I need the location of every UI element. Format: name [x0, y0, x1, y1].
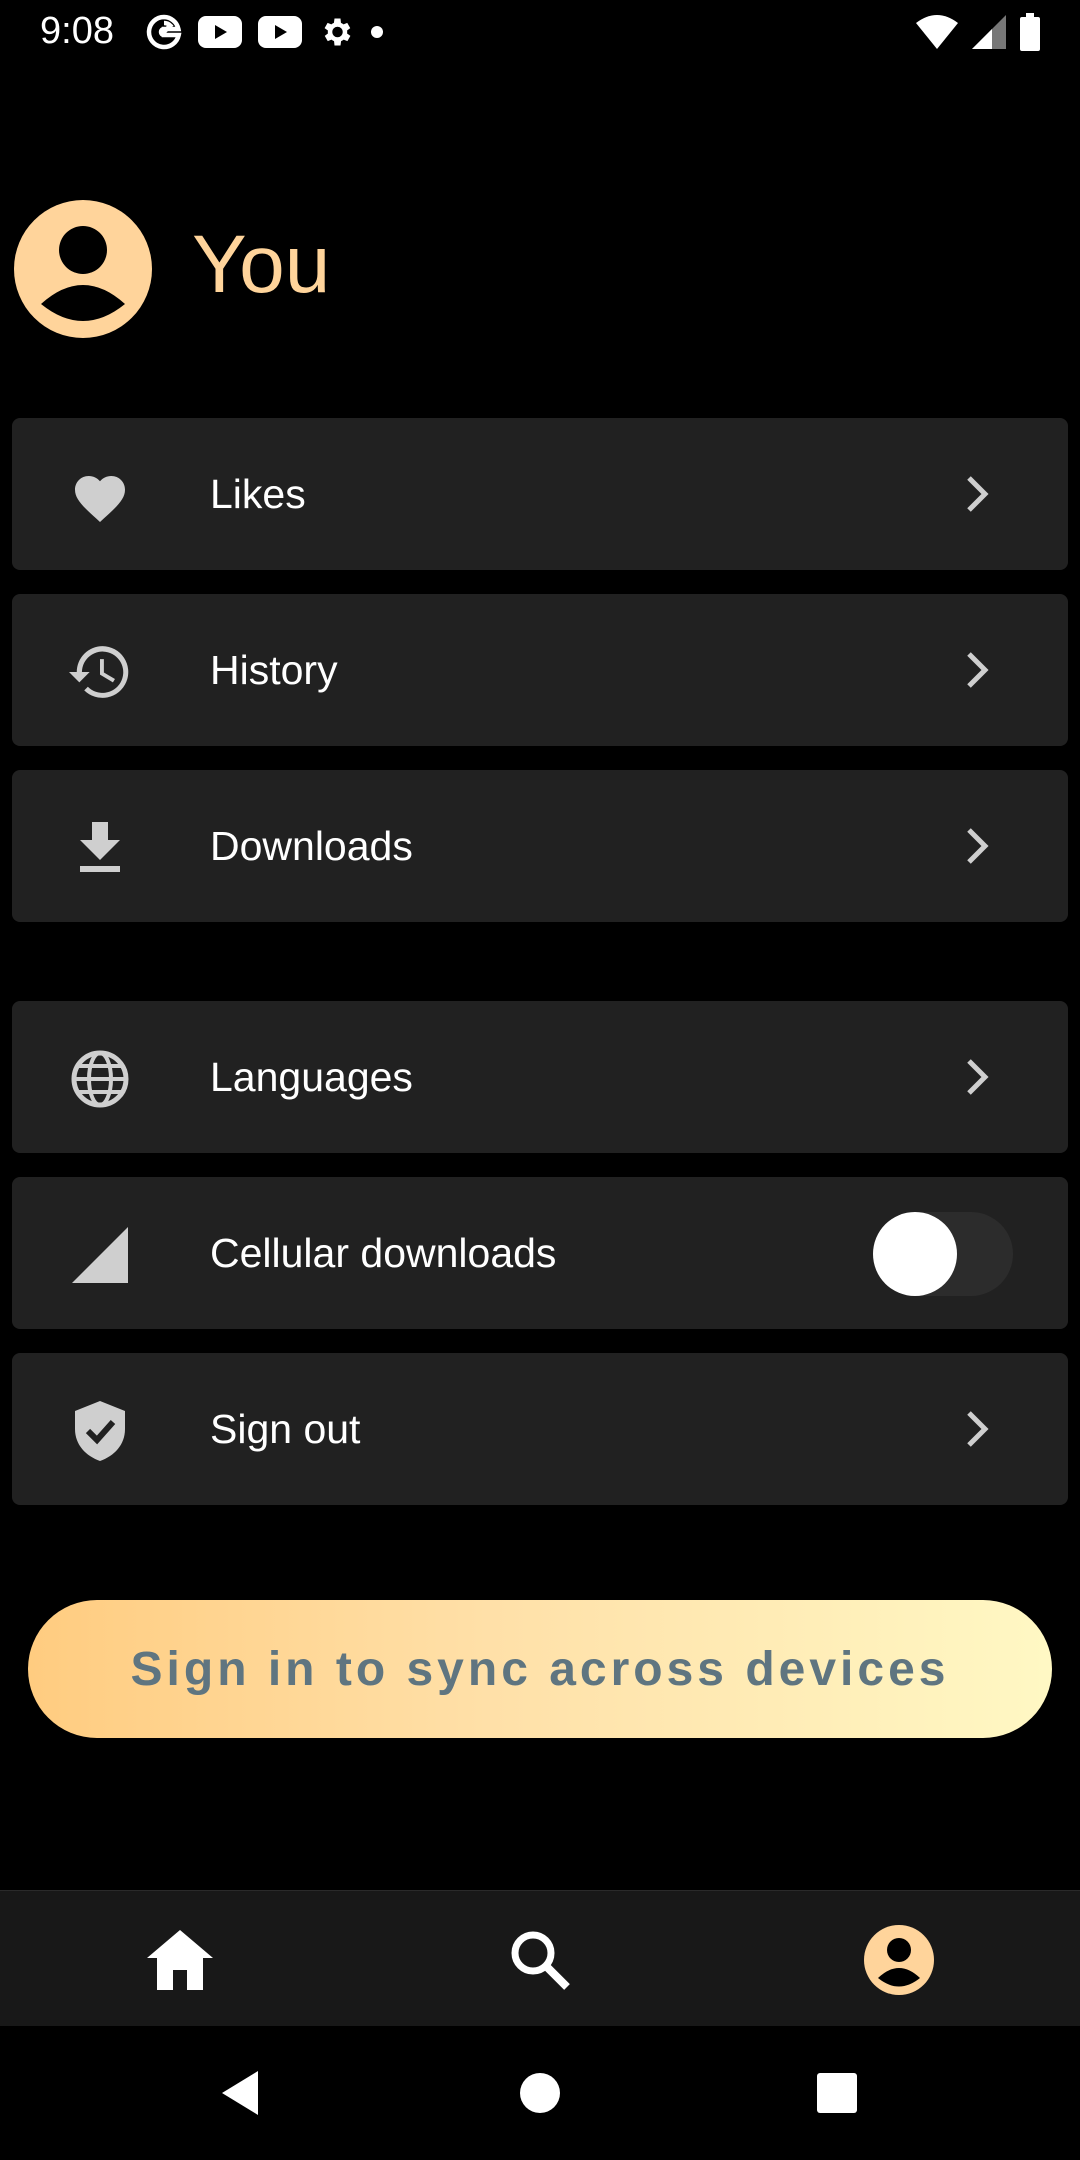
menu-item-label: Likes [210, 470, 306, 517]
status-icons-right [916, 12, 1040, 52]
menu-item-history[interactable]: History [12, 594, 1068, 746]
cellular-downloads-toggle[interactable] [873, 1212, 1013, 1296]
home-icon[interactable] [145, 1925, 215, 1995]
menu-item-languages[interactable]: Languages [12, 1001, 1068, 1153]
chevron-right-icon [948, 816, 1008, 876]
youtube-icon [198, 16, 242, 48]
system-navigation [0, 2026, 1080, 2160]
menu-item-likes[interactable]: Likes [12, 418, 1068, 570]
menu-item-label: Cellular downloads [210, 1229, 557, 1276]
chevron-right-icon [948, 1399, 1008, 1459]
cell-signal-icon [68, 1223, 132, 1287]
menu-item-downloads[interactable]: Downloads [12, 770, 1068, 922]
shield-check-icon [68, 1399, 132, 1463]
gear-icon [318, 14, 354, 50]
google-icon [146, 14, 182, 50]
status-icons-left [146, 12, 384, 52]
history-icon [68, 640, 132, 704]
toggle-knob [873, 1212, 957, 1296]
status-bar: 9:08 [0, 0, 1080, 66]
youtube-icon [258, 16, 302, 48]
battery-icon [1020, 13, 1040, 51]
sign-in-sync-button[interactable]: Sign in to sync across devices [28, 1600, 1052, 1738]
menu-item-label: History [210, 646, 338, 693]
account-icon[interactable] [864, 1925, 934, 1995]
menu-item-label: Downloads [210, 822, 413, 869]
download-icon [68, 816, 132, 880]
account-avatar-icon [14, 200, 152, 338]
globe-icon [68, 1047, 132, 1111]
signal-icon [972, 15, 1006, 49]
recents-icon[interactable] [812, 2068, 862, 2118]
menu-item-label: Sign out [210, 1405, 361, 1452]
back-icon[interactable] [215, 2068, 265, 2118]
search-icon[interactable] [505, 1925, 575, 1995]
wifi-icon [916, 15, 958, 49]
home-circle-icon[interactable] [515, 2068, 565, 2118]
status-time: 9:08 [40, 10, 114, 52]
page-title: You [192, 219, 331, 310]
chevron-right-icon [948, 1047, 1008, 1107]
menu-item-sign-out[interactable]: Sign out [12, 1353, 1068, 1505]
menu-item-cellular-downloads[interactable]: Cellular downloads [12, 1177, 1068, 1329]
bottom-navigation [0, 1890, 1080, 2027]
dot-icon [370, 25, 384, 39]
heart-icon [68, 464, 132, 528]
chevron-right-icon [948, 464, 1008, 524]
menu-item-label: Languages [210, 1053, 413, 1100]
chevron-right-icon [948, 640, 1008, 700]
